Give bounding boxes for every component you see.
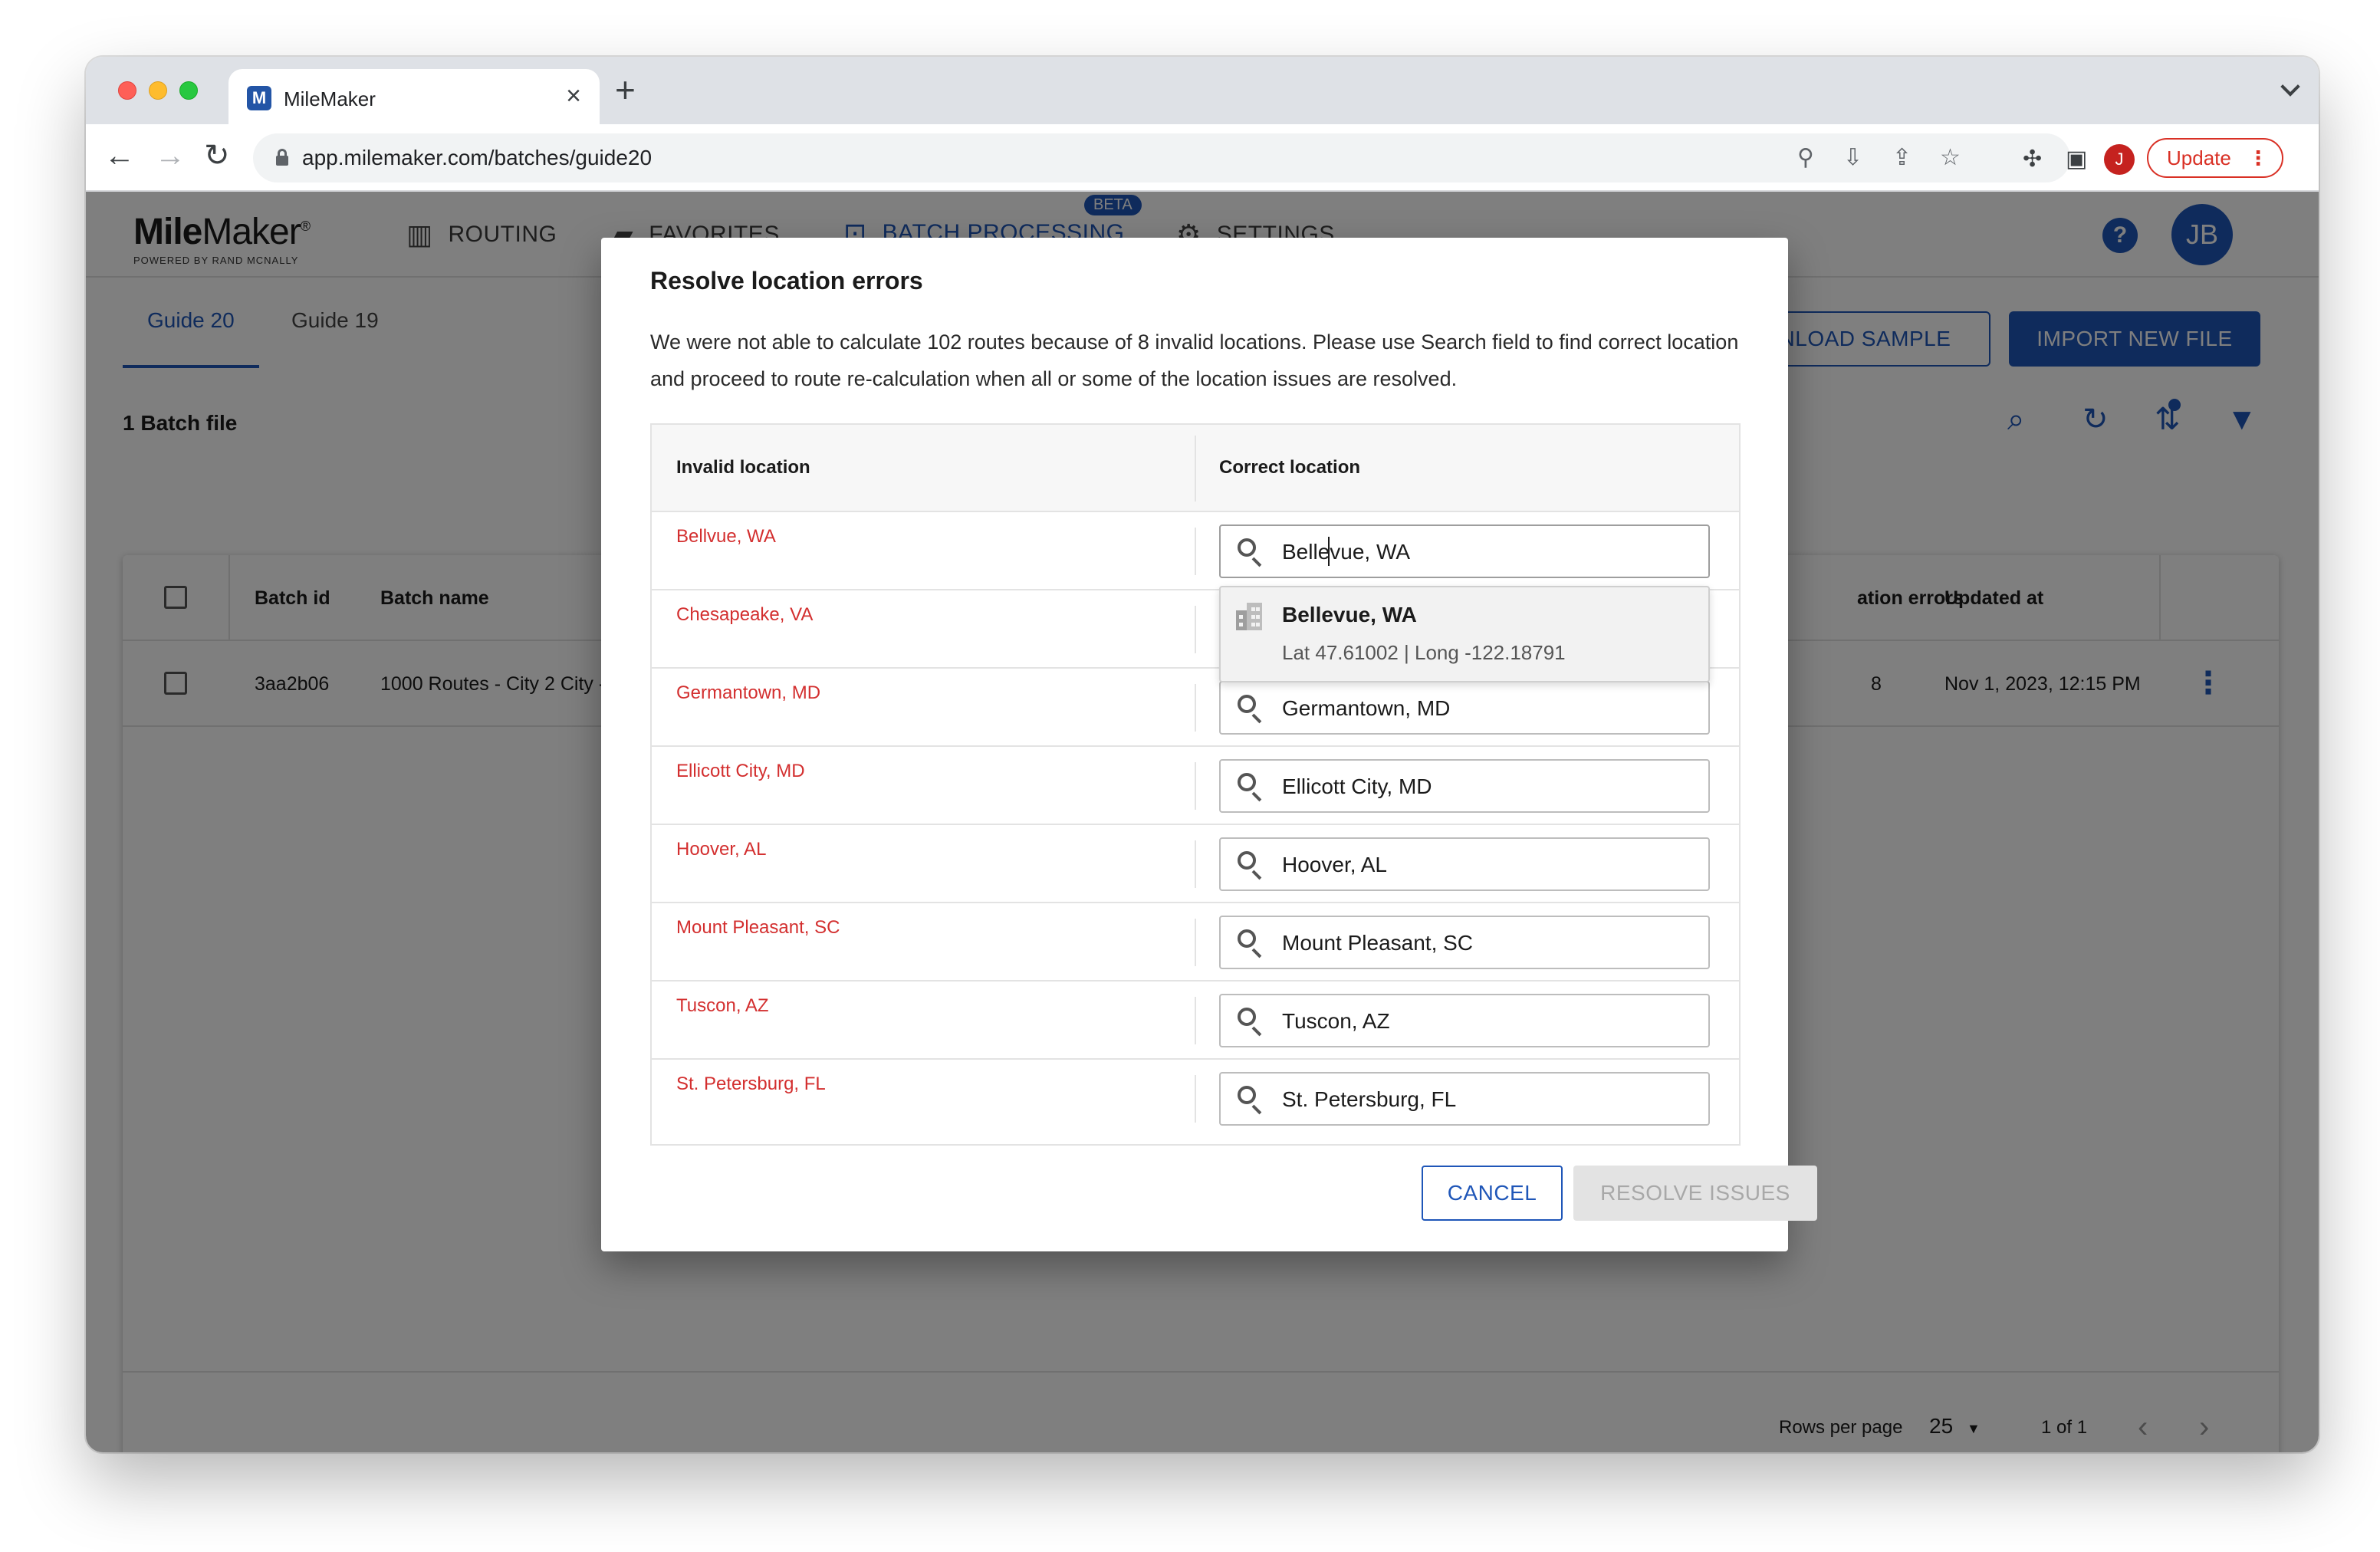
resolve-location-dialog: Resolve location errors We were not able… [601,238,1817,1251]
correct-location-input[interactable]: Germantown, MD [1219,681,1710,735]
invalid-location-text: Mount Pleasant, SC [676,917,840,938]
search-icon [1234,928,1264,958]
invalid-location-text: Tuscon, AZ [676,995,769,1016]
search-icon [1234,1006,1264,1037]
browser-tab[interactable]: M MileMaker × [228,69,600,124]
search-icon [1234,693,1264,724]
invalid-location-text: St. Petersburg, FL [676,1074,826,1094]
side-panel-icon[interactable]: ▣ [2066,144,2087,175]
city-building-icon [1236,603,1264,630]
resolve-issues-button[interactable]: RESOLVE ISSUES [1573,1166,1817,1221]
invalid-location-text: Ellicott City, MD [676,761,805,781]
bookmark-star-icon[interactable]: ☆ [1940,143,1961,173]
tab-search-chevron-icon[interactable] [2280,77,2300,97]
location-row: Tuscon, AZ Tuscon, AZ [652,982,1739,1060]
correct-location-input[interactable]: Mount Pleasant, SC [1219,916,1710,969]
suggestion-title: Bellevue, WA [1282,603,1417,626]
correct-location-input[interactable]: Ellicott City, MD [1219,759,1710,813]
minimize-window-button[interactable] [149,81,167,100]
browser-toolbar: ← → ↻ app.milemaker.com/batches/guide20 … [86,124,2319,192]
url-text[interactable]: app.milemaker.com/batches/guide20 [302,146,652,170]
location-suggestion[interactable]: Bellevue, WA Lat 47.61002 | Long -122.18… [1219,586,1710,682]
invalid-location-text: Chesapeake, VA [676,604,814,625]
location-row: Mount Pleasant, SC Mount Pleasant, SC [652,903,1739,982]
browser-tabbar: M MileMaker × + [86,57,2319,124]
browser-window: M MileMaker × + ← → ↻ app.milemaker.com/… [86,57,2319,1452]
location-table-header: Invalid location Correct location [652,425,1739,512]
correct-location-value: Tuscon, AZ [1282,1009,1390,1033]
lock-icon [276,149,288,166]
location-row: Bellvue, WA Bellevue, WA Bellevue, WA La… [652,512,1739,682]
search-icon [1234,1084,1264,1115]
correct-location-value: St. Petersburg, FL [1282,1087,1457,1111]
extensions-puzzle-icon[interactable]: ✣ [2023,144,2042,175]
dialog-description: We were not able to calculate 102 routes… [650,330,1739,390]
correct-location-value: Hoover, AL [1282,853,1387,876]
back-arrow-icon[interactable]: ← [104,136,135,175]
reload-icon[interactable]: ↻ [204,136,230,175]
header-invalid-location: Invalid location [676,457,810,478]
correct-location-value: Bellevue, WA [1282,540,1411,564]
cancel-button[interactable]: CANCEL [1422,1166,1563,1221]
close-tab-icon[interactable]: × [566,83,581,109]
milemaker-favicon-icon: M [247,86,271,110]
maximize-window-button[interactable] [179,81,198,100]
search-icon [1234,850,1264,880]
forward-arrow-icon[interactable]: → [155,136,186,175]
invalid-location-text: Bellvue, WA [676,526,776,547]
new-tab-icon[interactable]: + [615,71,636,109]
invalid-location-text: Germantown, MD [676,682,821,703]
dialog-title: Resolve location errors [650,267,923,294]
location-row: Ellicott City, MD Ellicott City, MD [652,747,1739,825]
address-bar[interactable]: app.milemaker.com/batches/guide20 ⚲ ⇩ ⇪ … [253,133,2070,182]
correct-location-value: Mount Pleasant, SC [1282,931,1474,955]
invalid-location-text: Hoover, AL [676,839,767,860]
profile-avatar[interactable]: J [2104,144,2135,175]
correct-location-input[interactable]: Bellevue, WA [1219,524,1710,578]
correct-location-input[interactable]: St. Petersburg, FL [1219,1072,1710,1126]
header-correct-location: Correct location [1219,457,1361,478]
search-icon [1234,771,1264,802]
suggestion-coordinates: Lat 47.61002 | Long -122.18791 [1282,641,1566,664]
location-row: Hoover, AL Hoover, AL [652,825,1739,903]
more-vert-icon: ⋮ [2248,146,2268,169]
correct-location-input[interactable]: Hoover, AL [1219,837,1710,891]
correct-location-value: Ellicott City, MD [1282,774,1432,798]
text-cursor [1328,537,1330,566]
correct-location-input[interactable]: Tuscon, AZ [1219,994,1710,1047]
search-icon [1234,537,1264,567]
correct-location-value: Germantown, MD [1282,696,1451,720]
close-window-button[interactable] [118,81,136,100]
location-table: Invalid location Correct location Bellvu… [650,423,1741,1146]
tab-title: MileMaker [284,87,376,110]
location-pin-icon[interactable]: ⚲ [1797,143,1814,173]
update-label: Update [2167,146,2231,169]
install-icon[interactable]: ⇩ [1843,143,1862,173]
update-button[interactable]: Update ⋮ [2147,138,2283,178]
location-row: St. Petersburg, FL St. Petersburg, FL [652,1060,1739,1138]
share-icon[interactable]: ⇪ [1892,143,1912,173]
